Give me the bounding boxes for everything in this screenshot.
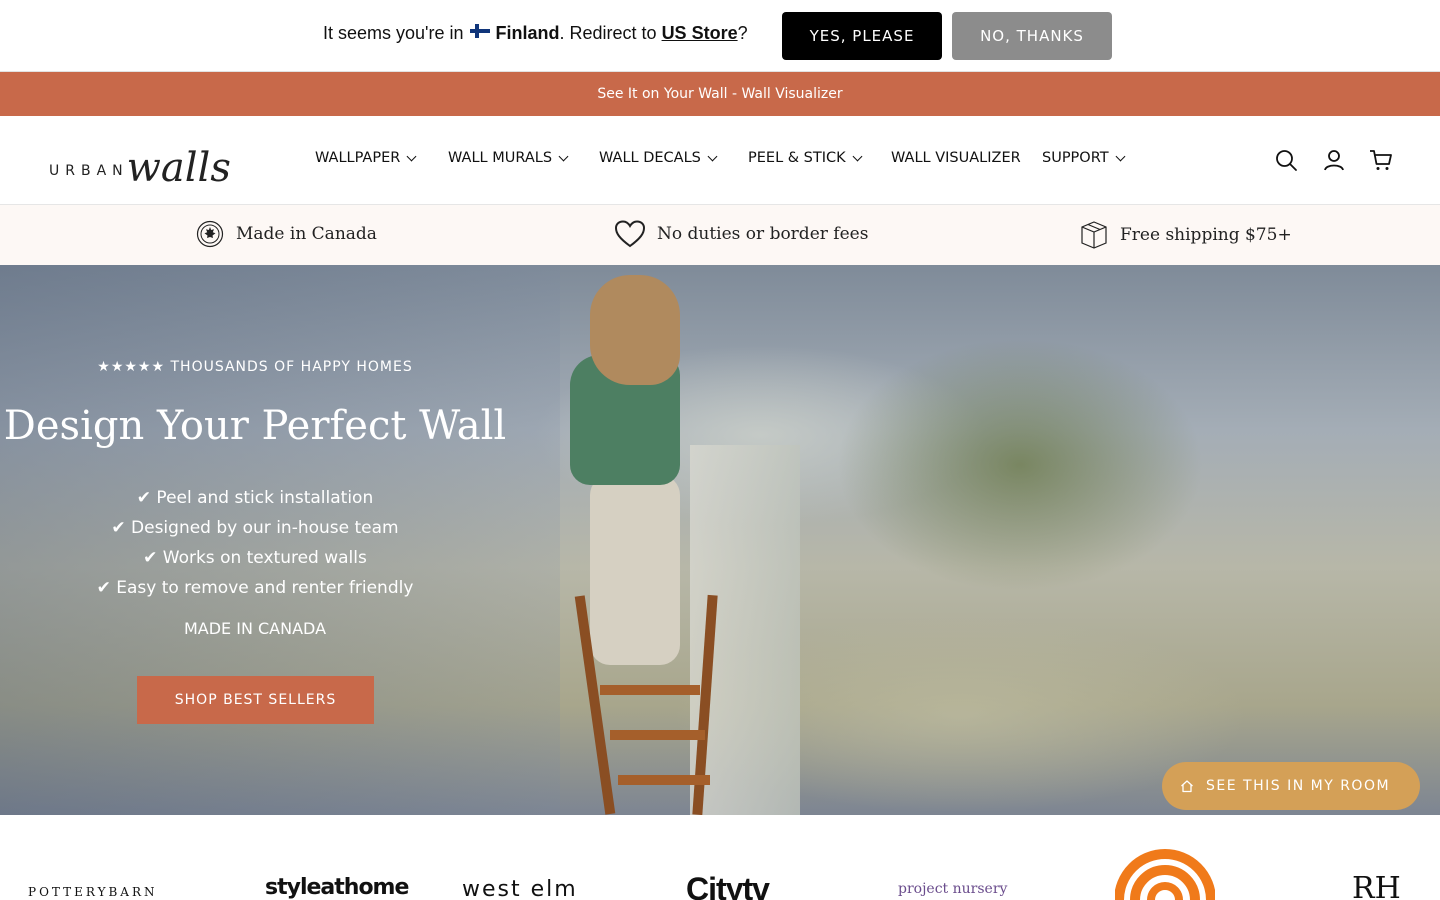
chevron-down-icon [1115, 151, 1126, 161]
press-logo-potterybarn: POTTERYBARN [28, 885, 158, 899]
person-image [590, 275, 680, 385]
ladder-step [618, 775, 710, 785]
press-logos-strip: POTTERYBARN styleathome west elm Citytv … [0, 815, 1440, 900]
ladder-step [610, 730, 705, 740]
finland-flag-icon [469, 23, 490, 38]
trust-text: Free shipping $75+ [1120, 225, 1292, 245]
room-button-label: SEE THIS IN MY ROOM [1206, 778, 1391, 794]
press-logo-project-nursery: project nursery [898, 881, 1008, 897]
see-in-my-room-button[interactable]: SEE THIS IN MY ROOM [1162, 762, 1420, 810]
person-image [590, 475, 680, 665]
hero-title: Design Your Perfect Wall [3, 403, 507, 449]
hero-rating-line: ★★★★★ THOUSANDS OF HAPPY HOMES [97, 359, 413, 375]
promo-bar[interactable]: See It on Your Wall - Wall Visualizer [0, 72, 1440, 116]
nav-label: WALL VISUALIZER [891, 150, 1021, 166]
nav-item-wall-decals[interactable]: WALL DECALS [599, 150, 718, 166]
search-icon[interactable] [1274, 148, 1298, 172]
logo-urban-text: URBAN [49, 163, 129, 179]
trust-no-duties: No duties or border fees [615, 220, 868, 248]
press-logo-styleathome: styleathome [265, 875, 409, 900]
chevron-down-icon [558, 151, 569, 161]
cart-icon[interactable] [1369, 148, 1393, 172]
nav-label: WALL MURALS [448, 150, 553, 166]
ladder-step [600, 685, 700, 695]
logo-walls-text: walls [126, 145, 231, 191]
geo-message: It seems you're in Finland . Redirect to… [323, 23, 748, 44]
hero-feature: ✔ Works on textured walls [143, 548, 367, 568]
nav-item-wall-visualizer[interactable]: WALL VISUALIZER [891, 150, 1021, 166]
hero-banner: ★★★★★ THOUSANDS OF HAPPY HOMES Design Yo… [0, 265, 1440, 815]
trust-free-shipping: Free shipping $75+ [1080, 220, 1292, 250]
home-icon [1181, 780, 1193, 793]
hero-origin: MADE IN CANADA [183, 619, 327, 638]
geo-redirect-banner: It seems you're in Finland . Redirect to… [0, 0, 1440, 72]
press-logo-westelm: west elm [462, 877, 578, 900]
nav-label: WALL DECALS [599, 150, 701, 166]
redirect-yes-button[interactable]: YES, PLEASE [782, 12, 942, 60]
geo-prefix: It seems you're in [323, 23, 464, 43]
geo-country: Finland [495, 23, 560, 43]
chevron-down-icon [406, 151, 417, 161]
press-logo-citytv: Citytv [686, 871, 770, 900]
chevron-down-icon [852, 151, 863, 161]
account-icon[interactable] [1322, 148, 1346, 172]
geo-middle: . Redirect to [559, 23, 657, 43]
nav-item-support[interactable]: SUPPORT [1042, 150, 1126, 166]
site-logo[interactable]: URBAN walls [49, 134, 231, 188]
hero-feature: ✔ Easy to remove and renter friendly [96, 578, 414, 598]
hero-feature-list: ✔ Peel and stick installation ✔ Designed… [0, 483, 510, 603]
redirect-no-button[interactable]: NO, THANKS [952, 12, 1112, 60]
trust-text: No duties or border fees [657, 224, 869, 244]
nav-item-wallpaper[interactable]: WALLPAPER [315, 150, 417, 166]
geo-suffix: ? [737, 23, 748, 43]
package-icon [1081, 221, 1107, 249]
nav-item-peel-stick[interactable]: PEEL & STICK [748, 150, 863, 166]
chevron-down-icon [707, 151, 718, 161]
trust-text: Made in Canada [236, 224, 377, 244]
us-store-link[interactable]: US Store [662, 23, 738, 44]
promo-text[interactable]: See It on Your Wall - Wall Visualizer [597, 86, 842, 102]
nav-label: SUPPORT [1042, 150, 1109, 166]
trust-bar: Made in Canada No duties or border fees … [0, 205, 1440, 265]
shop-best-sellers-button[interactable]: SHOP BEST SELLERS [137, 676, 374, 724]
site-header: URBAN walls WALLPAPER WALL MURALS WALL D… [0, 116, 1440, 205]
press-logo-rh: RH [1352, 871, 1401, 900]
heart-icon [615, 220, 645, 248]
press-logo-today [1115, 849, 1215, 900]
canada-badge-icon [196, 220, 224, 248]
nav-label: PEEL & STICK [748, 150, 846, 166]
hero-feature: ✔ Designed by our in-house team [111, 518, 399, 538]
hero-feature: ✔ Peel and stick installation [136, 488, 374, 508]
nav-label: WALLPAPER [315, 150, 401, 166]
trust-made-in-canada: Made in Canada [196, 220, 377, 248]
nav-item-wall-murals[interactable]: WALL MURALS [448, 150, 569, 166]
